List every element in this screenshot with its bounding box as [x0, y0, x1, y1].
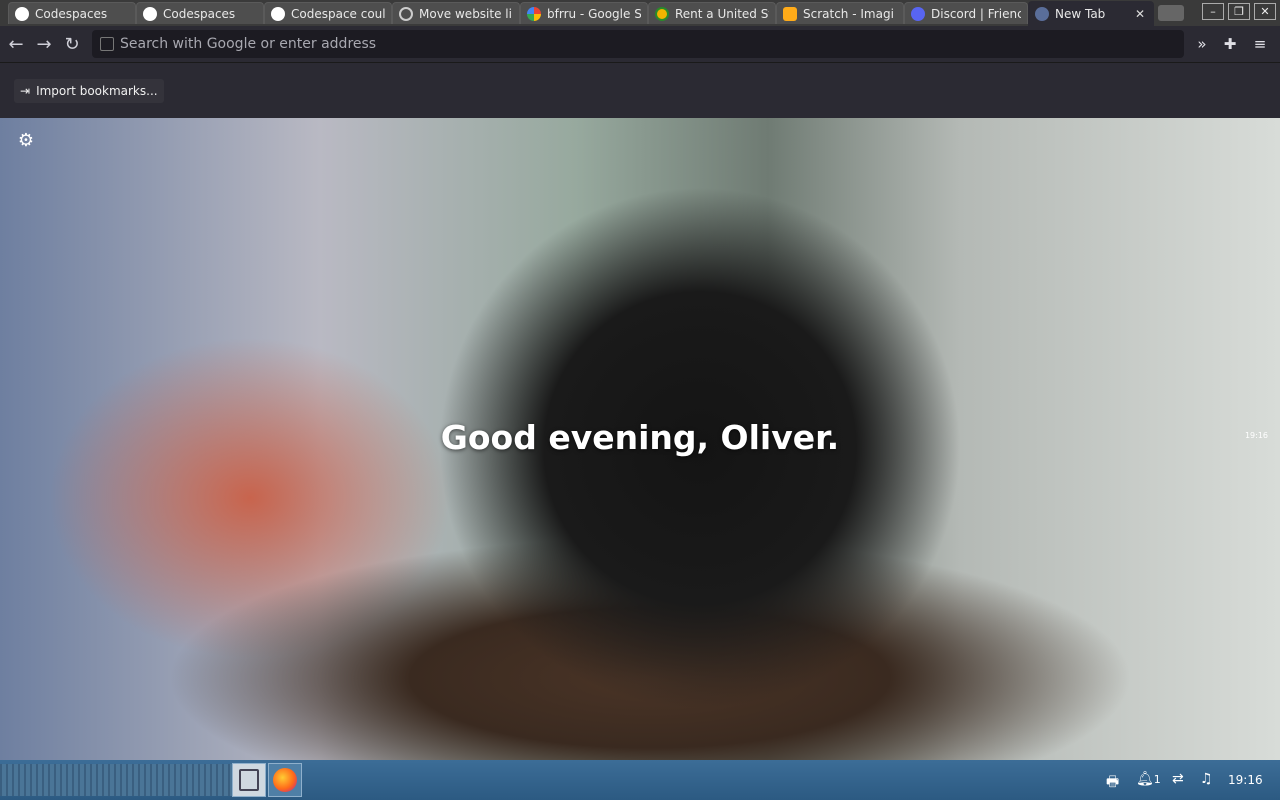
workspace-switcher[interactable] [0, 764, 232, 796]
import-icon: ⇥ [20, 84, 31, 98]
site-icon [655, 6, 669, 21]
firefox-icon [273, 768, 297, 792]
tab-discord[interactable]: Discord | Frienc [904, 2, 1028, 24]
network-icon[interactable]: ⇄ [1172, 771, 1184, 787]
discord-icon [911, 6, 925, 21]
tab-title: bfrru - Google S [547, 6, 641, 21]
tab-strip: Codespaces Codespaces Codespace coul Mov… [0, 0, 1280, 26]
tab-move-website[interactable]: Move website li [392, 2, 520, 24]
import-bookmarks-label: Import bookmarks... [36, 84, 158, 98]
tab-title: Codespace coul [291, 6, 385, 21]
taskbar: 🖶 🔔︎ 1 ⇄ ♫ 19:16 [0, 760, 1280, 800]
file-cabinet-icon [239, 769, 259, 791]
printer-icon[interactable]: 🖶 [1106, 771, 1119, 795]
url-input[interactable] [120, 36, 1120, 52]
new-tab-button[interactable] [1158, 5, 1184, 21]
tab-title: Rent a United St [675, 6, 769, 21]
bell-icon: 🔔︎ [1136, 771, 1154, 787]
tab-codespaces-2[interactable]: Codespaces [136, 2, 264, 24]
taskbar-clock[interactable]: 19:16 [1228, 773, 1263, 787]
github-icon [15, 6, 29, 21]
tab-title: New Tab [1055, 7, 1106, 21]
github-icon [271, 6, 285, 21]
maximize-button[interactable]: ❐ [1228, 3, 1250, 20]
close-tab-icon[interactable]: ✕ [1135, 7, 1145, 21]
extensions-icon[interactable]: ✚ [1220, 34, 1240, 54]
tab-title: Move website li [419, 6, 512, 21]
notification-count: 1 [1153, 772, 1161, 786]
camera-timestamp: 19:16 [1244, 431, 1268, 440]
file-manager-button[interactable] [232, 763, 266, 797]
bookmarks-bar: ⇥ Import bookmarks... [0, 62, 1280, 118]
tab-google-search[interactable]: bfrru - Google S [520, 2, 648, 24]
notifications-icon[interactable]: 🔔︎ 1 [1136, 771, 1161, 787]
google-icon [527, 6, 541, 21]
tab-scratch[interactable]: Scratch - Imagi [776, 2, 904, 24]
tab-codespaces-1[interactable]: Codespaces [8, 2, 136, 24]
greeting-text: Good evening, Oliver. [440, 418, 840, 457]
forward-button[interactable]: → [32, 32, 56, 56]
browser-window: Codespaces Codespaces Codespace coul Mov… [0, 0, 1280, 760]
menu-hamburger-icon[interactable]: ≡ [1250, 34, 1270, 54]
loading-icon [399, 6, 413, 21]
reload-button[interactable]: ↻ [60, 32, 84, 56]
minimize-button[interactable]: – [1202, 3, 1224, 20]
close-window-button[interactable]: ✕ [1254, 3, 1276, 20]
tab-title: Scratch - Imagi [803, 6, 894, 21]
page-icon [100, 37, 114, 51]
volume-icon[interactable]: ♫ [1200, 771, 1213, 787]
github-icon [143, 6, 157, 21]
back-button[interactable]: ← [4, 32, 28, 56]
tab-new-tab[interactable]: New Tab ✕ [1028, 1, 1154, 26]
tab-title: Codespaces [35, 6, 108, 21]
tab-title: Discord | Frienc [931, 6, 1021, 21]
tab-rent-united[interactable]: Rent a United St [648, 2, 776, 24]
firefox-icon [1035, 7, 1049, 21]
address-bar[interactable] [92, 30, 1184, 58]
overflow-chevron-icon[interactable]: » [1192, 34, 1212, 54]
nav-toolbar: ← → ↻ » ✚ ≡ [0, 26, 1280, 62]
firefox-taskbar-button[interactable] [268, 763, 302, 797]
new-tab-page: ⚙ Good evening, Oliver. 19:16 [0, 118, 1280, 760]
tab-title: Codespaces [163, 6, 236, 21]
gear-icon[interactable]: ⚙ [16, 130, 36, 151]
tab-codespace-could[interactable]: Codespace coul [264, 2, 392, 24]
scratch-icon [783, 6, 797, 21]
import-bookmarks-button[interactable]: ⇥ Import bookmarks... [14, 79, 164, 103]
